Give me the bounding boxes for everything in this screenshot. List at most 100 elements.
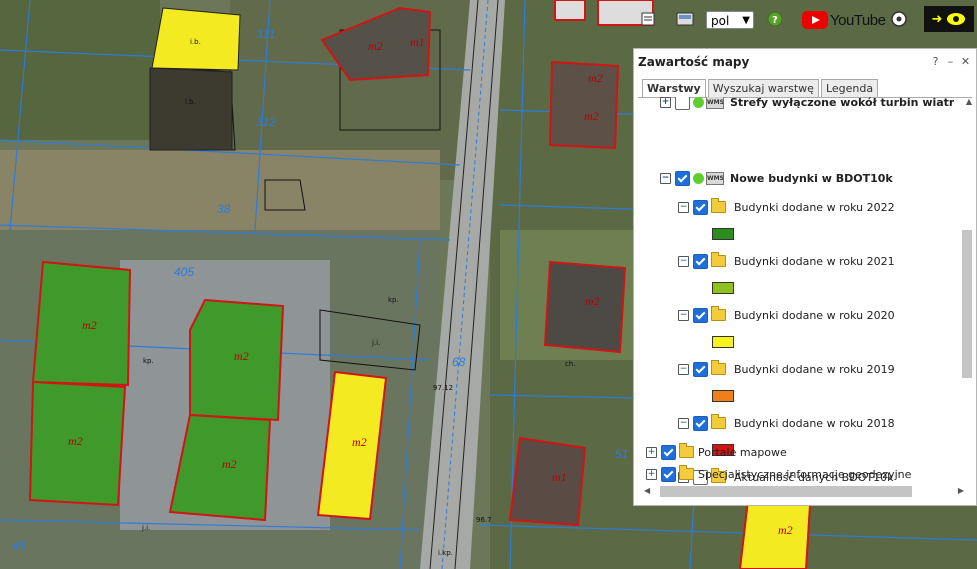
collapse-icon[interactable]: − (660, 172, 671, 184)
language-select[interactable]: pol ▼ (706, 11, 754, 29)
panel-window-buttons: ? – ✕ (929, 55, 972, 68)
wms-icon[interactable] (676, 6, 694, 32)
horizontal-scroll-thumb[interactable] (660, 486, 912, 497)
map-label: j.i. (141, 524, 150, 532)
tab-legenda[interactable]: Legenda (820, 79, 879, 98)
plot-number: 68 (452, 355, 466, 369)
tree-item-strefy[interactable]: + WMS Strefy wyłączone wokół turbin wiat… (660, 97, 954, 111)
map-label: m1 (552, 470, 567, 484)
language-value: pol (711, 14, 730, 28)
collapse-icon[interactable]: − (678, 363, 689, 375)
expand-icon[interactable]: + (646, 446, 657, 458)
help-icon[interactable]: ? (766, 6, 784, 32)
map-label: m2 (234, 349, 249, 363)
collapse-icon[interactable]: − (678, 255, 689, 267)
collapse-icon[interactable]: − (678, 201, 689, 213)
wms-icon: WMS (706, 171, 724, 185)
plot-number: 405 (174, 265, 194, 279)
arrow-right-icon: ➜ (931, 11, 943, 27)
youtube-button[interactable]: YouTube (802, 10, 886, 30)
building-2020[interactable] (738, 498, 812, 569)
folder-icon (711, 252, 726, 267)
layer-label: Budynki dodane w roku 2022 (734, 200, 895, 214)
collapse-icon[interactable]: − (678, 309, 689, 321)
panel-close-button[interactable]: ✕ (959, 55, 972, 68)
eye-icon (947, 13, 966, 25)
tree-item-specjalistyczne[interactable]: + Specjalistyczne informacje geodezyjne (646, 465, 911, 483)
wms-icon: WMS (706, 97, 724, 109)
tab-warstwy[interactable]: Warstwy (642, 79, 706, 98)
map-label: m2 (585, 294, 600, 308)
panel-tabs: Warstwy Wyszukaj warstwę Legenda (642, 79, 879, 98)
yard-area (0, 150, 440, 230)
expand-icon[interactable]: + (646, 468, 657, 480)
legend-swatch-2021 (712, 282, 734, 294)
expand-icon[interactable]: + (660, 97, 671, 108)
youtube-label: YouTube (830, 11, 886, 29)
plot-number: 51 (615, 447, 628, 461)
building-2018[interactable] (554, 0, 586, 21)
layer-tree: + WMS Strefy wyłączone wokół turbin wiat… (634, 97, 954, 485)
map-label: m2 (584, 109, 599, 123)
folder-icon (711, 414, 726, 429)
youtube-play-icon (802, 11, 828, 29)
map-label: m2 (588, 71, 603, 85)
legend-swatch-2019 (712, 390, 734, 402)
tree-item-2020[interactable]: − Budynki dodane w roku 2020 (678, 306, 895, 324)
layer-checkbox[interactable] (693, 199, 708, 215)
map-label: j.i. (371, 339, 380, 347)
scroll-left-icon[interactable]: ◀ (644, 486, 650, 495)
layer-checkbox[interactable] (675, 170, 690, 186)
tree-item-portale[interactable]: + Portale mapowe (646, 443, 787, 461)
tree-item-nowe-budynki[interactable]: − WMS Nowe budynki w BDOT10k (660, 169, 893, 187)
layer-checkbox[interactable] (693, 253, 708, 269)
tree-item-2021[interactable]: − Budynki dodane w roku 2021 (678, 252, 895, 270)
tree-item-2018[interactable]: − Budynki dodane w roku 2018 (678, 414, 895, 432)
print-icon[interactable] (640, 6, 656, 32)
layer-checkbox[interactable] (661, 466, 676, 482)
tree-item-2022[interactable]: − Budynki dodane w roku 2022 (678, 198, 895, 216)
layer-label: Portale mapowe (698, 445, 787, 459)
settings-icon[interactable] (890, 6, 908, 32)
layer-label: Budynki dodane w roku 2020 (734, 308, 895, 322)
map-label: 96.7 (476, 516, 492, 524)
legend-swatch-2020 (712, 336, 734, 348)
layer-label: Nowe budynki w BDOT10k (730, 171, 893, 185)
vertical-scroll-thumb[interactable] (962, 230, 972, 378)
layer-checkbox[interactable] (693, 307, 708, 323)
scroll-right-icon[interactable]: ▶ (958, 486, 964, 495)
layer-checkbox[interactable] (693, 415, 708, 431)
status-icon (693, 172, 704, 184)
map-label: m2 (222, 457, 237, 471)
chevron-down-icon: ▼ (742, 15, 750, 26)
folder-icon (679, 465, 694, 480)
panel-help-button[interactable]: ? (929, 55, 942, 68)
plot-number: 38 (217, 202, 231, 216)
layer-label: Budynki dodane w roku 2021 (734, 254, 895, 268)
collapse-icon[interactable]: − (678, 417, 689, 429)
map-label: i.b. (190, 38, 201, 46)
help-label: ? (772, 15, 778, 26)
building-2018[interactable] (548, 60, 620, 150)
layer-checkbox[interactable] (693, 361, 708, 377)
layer-label: Budynki dodane w roku 2018 (734, 416, 895, 430)
map-contents-panel: Zawartość mapy ? – ✕ Warstwy Wyszukaj wa… (633, 48, 977, 506)
layer-checkbox[interactable] (675, 97, 690, 110)
map-label: m2 (82, 318, 97, 332)
folder-icon (679, 443, 694, 458)
scroll-up-icon[interactable]: ▲ (966, 97, 972, 106)
layer-checkbox[interactable] (661, 444, 676, 460)
tab-wyszukaj-warstwe[interactable]: Wyszukaj warstwę (707, 79, 819, 98)
panel-title: Zawartość mapy (638, 55, 750, 69)
building-existing (149, 67, 233, 151)
folder-icon (711, 360, 726, 375)
tree-item-2019[interactable]: − Budynki dodane w roku 2019 (678, 360, 895, 378)
view-toggle-button[interactable]: ➜ (924, 6, 974, 32)
building-2018[interactable] (508, 436, 587, 527)
panel-minimize-button[interactable]: – (944, 55, 957, 68)
map-label: m2 (778, 523, 793, 537)
folder-icon (711, 306, 726, 321)
plot-number: 48 (12, 539, 26, 553)
map-label: i.b. (185, 98, 196, 106)
map-label: i.kp. (438, 549, 453, 557)
